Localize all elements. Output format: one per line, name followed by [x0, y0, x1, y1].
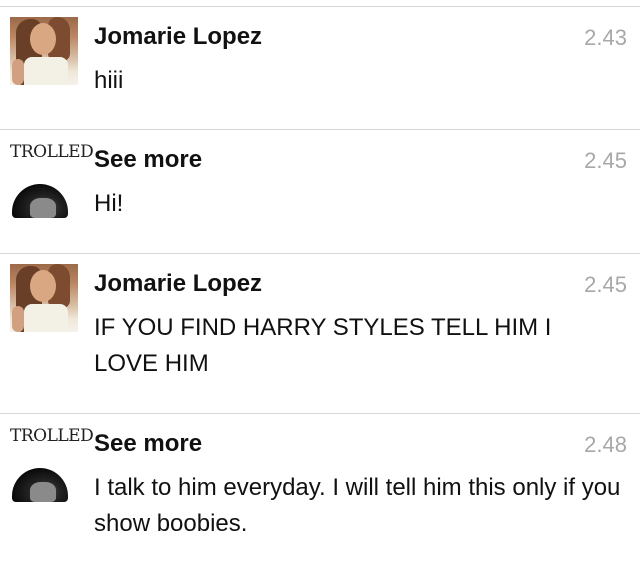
avatar-arm [12, 59, 24, 85]
message-row[interactable]: TROLLED See more 2.48 I talk to him ever… [0, 414, 640, 565]
avatar-face [30, 270, 56, 302]
mask-icon [30, 198, 56, 218]
hood-icon [12, 468, 68, 502]
message-text: I talk to him everyday. I will tell him … [94, 474, 621, 537]
message-timestamp: 2.45 [584, 272, 627, 297]
sender-name[interactable]: Jomarie Lopez [94, 23, 262, 51]
hood-icon [12, 184, 68, 218]
message-row[interactable]: Jomarie Lopez 2.43 hiii [0, 7, 640, 130]
avatar-face [30, 23, 56, 55]
message-row[interactable]: Jomarie Lopez 2.45 IF YOU FIND HARRY STY… [0, 254, 640, 414]
message-text: IF YOU FIND HARRY STYLES TELL HIM I LOVE… [94, 314, 552, 377]
message-timestamp: 2.45 [584, 148, 627, 173]
avatar-dress [24, 57, 68, 85]
sender-avatar[interactable] [10, 17, 78, 85]
trolled-label: TROLLED [10, 142, 94, 162]
sender-name[interactable]: Jomarie Lopez [94, 270, 262, 298]
sender-avatar[interactable] [10, 264, 78, 332]
avatar-dress [24, 304, 68, 332]
sender-avatar[interactable]: TROLLED [10, 426, 94, 518]
sender-avatar[interactable]: TROLLED [10, 142, 94, 234]
message-text: Hi! [94, 190, 124, 217]
sender-name[interactable]: See more [94, 146, 202, 174]
message-timestamp: 2.43 [584, 25, 627, 50]
mask-icon [30, 482, 56, 502]
message-row[interactable]: TROLLED See more 2.45 Hi! [0, 130, 640, 254]
trolled-label: TROLLED [10, 426, 94, 446]
sender-name[interactable]: See more [94, 430, 202, 458]
message-timestamp: 2.48 [584, 432, 627, 457]
message-text: hiii [94, 67, 124, 94]
avatar-arm [12, 306, 24, 332]
